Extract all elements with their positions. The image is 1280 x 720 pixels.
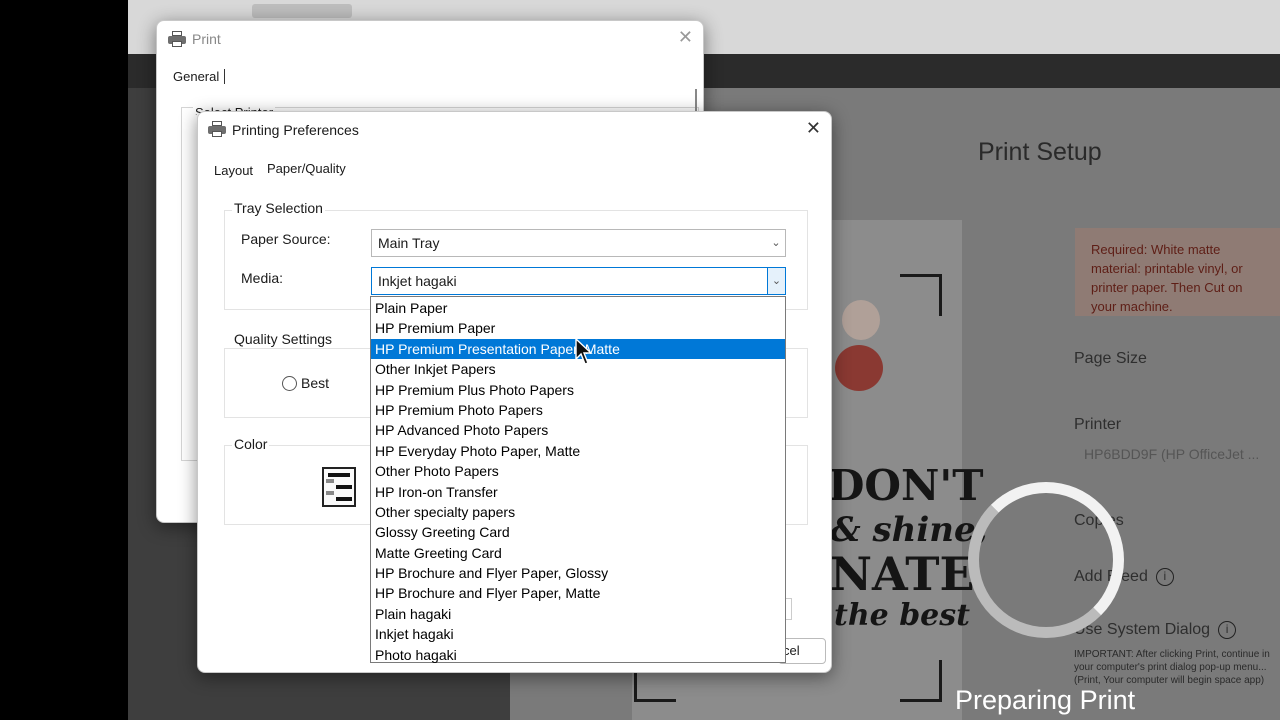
printer-select[interactable]: HP6BDD9F (HP OfficeJet ... (1084, 446, 1259, 462)
artwork-flower (835, 345, 883, 391)
use-system-dialog-row[interactable]: Use System Dialog i (1074, 621, 1237, 639)
preview-artwork: DON'T & shine, NATE the best (820, 465, 988, 631)
paper-source-value: Main Tray (378, 235, 440, 251)
important-note: IMPORTANT: After clicking Print, continu… (1074, 649, 1270, 686)
crop-mark-bottom-right (900, 660, 942, 702)
crop-mark-top-right (900, 274, 942, 316)
info-icon[interactable]: i (1155, 568, 1174, 586)
paper-source-select[interactable]: Main Tray ⌄ (371, 229, 786, 257)
preparing-print-text: Preparing Print (955, 685, 1136, 715)
media-value: Inkjet hagaki (378, 273, 457, 289)
printer-icon (207, 121, 227, 137)
media-option[interactable]: Glossy Greeting Card (371, 522, 785, 542)
media-option[interactable]: Photo hagaki (371, 645, 785, 665)
use-system-dialog-label: Use System Dialog (1074, 621, 1211, 639)
media-option[interactable]: HP Premium Photo Papers (371, 400, 785, 420)
media-option[interactable]: HP Brochure and Flyer Paper, Matte (371, 583, 785, 603)
artwork-line: DON'T (828, 461, 984, 510)
tab-paper-quality[interactable]: Paper/Quality (267, 161, 346, 176)
print-dialog-titlebar: Print ✕ (157, 21, 703, 57)
preferences-titlebar: Printing Preferences ✕ (198, 112, 831, 148)
media-option[interactable]: HP Iron-on Transfer (371, 482, 785, 502)
media-option[interactable]: HP Everyday Photo Paper, Matte (371, 441, 785, 461)
tab-general[interactable]: General (173, 69, 226, 84)
printer-label: Printer (1074, 416, 1122, 433)
media-option[interactable]: Plain hagaki (371, 604, 785, 624)
print-setup-title: Print Setup (978, 138, 1102, 166)
close-icon[interactable]: ✕ (678, 27, 693, 48)
media-option[interactable]: Other specialty papers (371, 502, 785, 522)
quality-best-radio[interactable] (282, 376, 297, 391)
background-tab (252, 4, 352, 18)
artwork-line: the best (834, 598, 971, 633)
page-size-label: Page Size (1074, 350, 1147, 367)
preferences-title: Printing Preferences (232, 122, 359, 138)
quality-best-label: Best (301, 375, 330, 391)
print-dialog-title: Print (192, 31, 221, 47)
media-option[interactable]: HP Brochure and Flyer Paper, Glossy (371, 563, 785, 583)
loading-spinner (968, 482, 1124, 638)
paper-source-label: Paper Source: (241, 231, 331, 247)
media-option[interactable]: Inkjet hagaki (371, 624, 785, 644)
chevron-down-icon[interactable]: ⌄ (767, 268, 785, 294)
artwork-petal (842, 300, 880, 340)
printer-icon (167, 31, 187, 47)
media-option[interactable]: HP Advanced Photo Papers (371, 420, 785, 440)
quality-settings-title: Quality Settings (232, 331, 335, 347)
artwork-line: & shine, (830, 510, 988, 550)
media-option[interactable]: Matte Greeting Card (371, 543, 785, 563)
color-options-icon (322, 467, 356, 507)
media-option[interactable]: Plain Paper (371, 298, 785, 318)
info-icon[interactable]: i (1218, 621, 1237, 639)
chevron-down-icon: ⌄ (771, 237, 781, 249)
tray-selection-title: Tray Selection (232, 200, 325, 216)
media-option[interactable]: Other Photo Papers (371, 461, 785, 481)
required-material-note: Required: White matte material: printabl… (1075, 228, 1280, 316)
close-icon[interactable]: ✕ (806, 118, 821, 139)
media-option[interactable]: HP Premium Paper (371, 318, 785, 338)
mouse-cursor-icon (575, 338, 593, 365)
color-title: Color (232, 436, 270, 452)
media-option[interactable]: HP Premium Plus Photo Papers (371, 380, 785, 400)
tab-layout[interactable]: Layout (214, 163, 253, 178)
tray-selection-group (224, 210, 808, 310)
media-select[interactable]: Inkjet hagaki ⌄ (371, 267, 786, 295)
media-label: Media: (241, 270, 284, 286)
artwork-line: NATE (830, 547, 975, 601)
